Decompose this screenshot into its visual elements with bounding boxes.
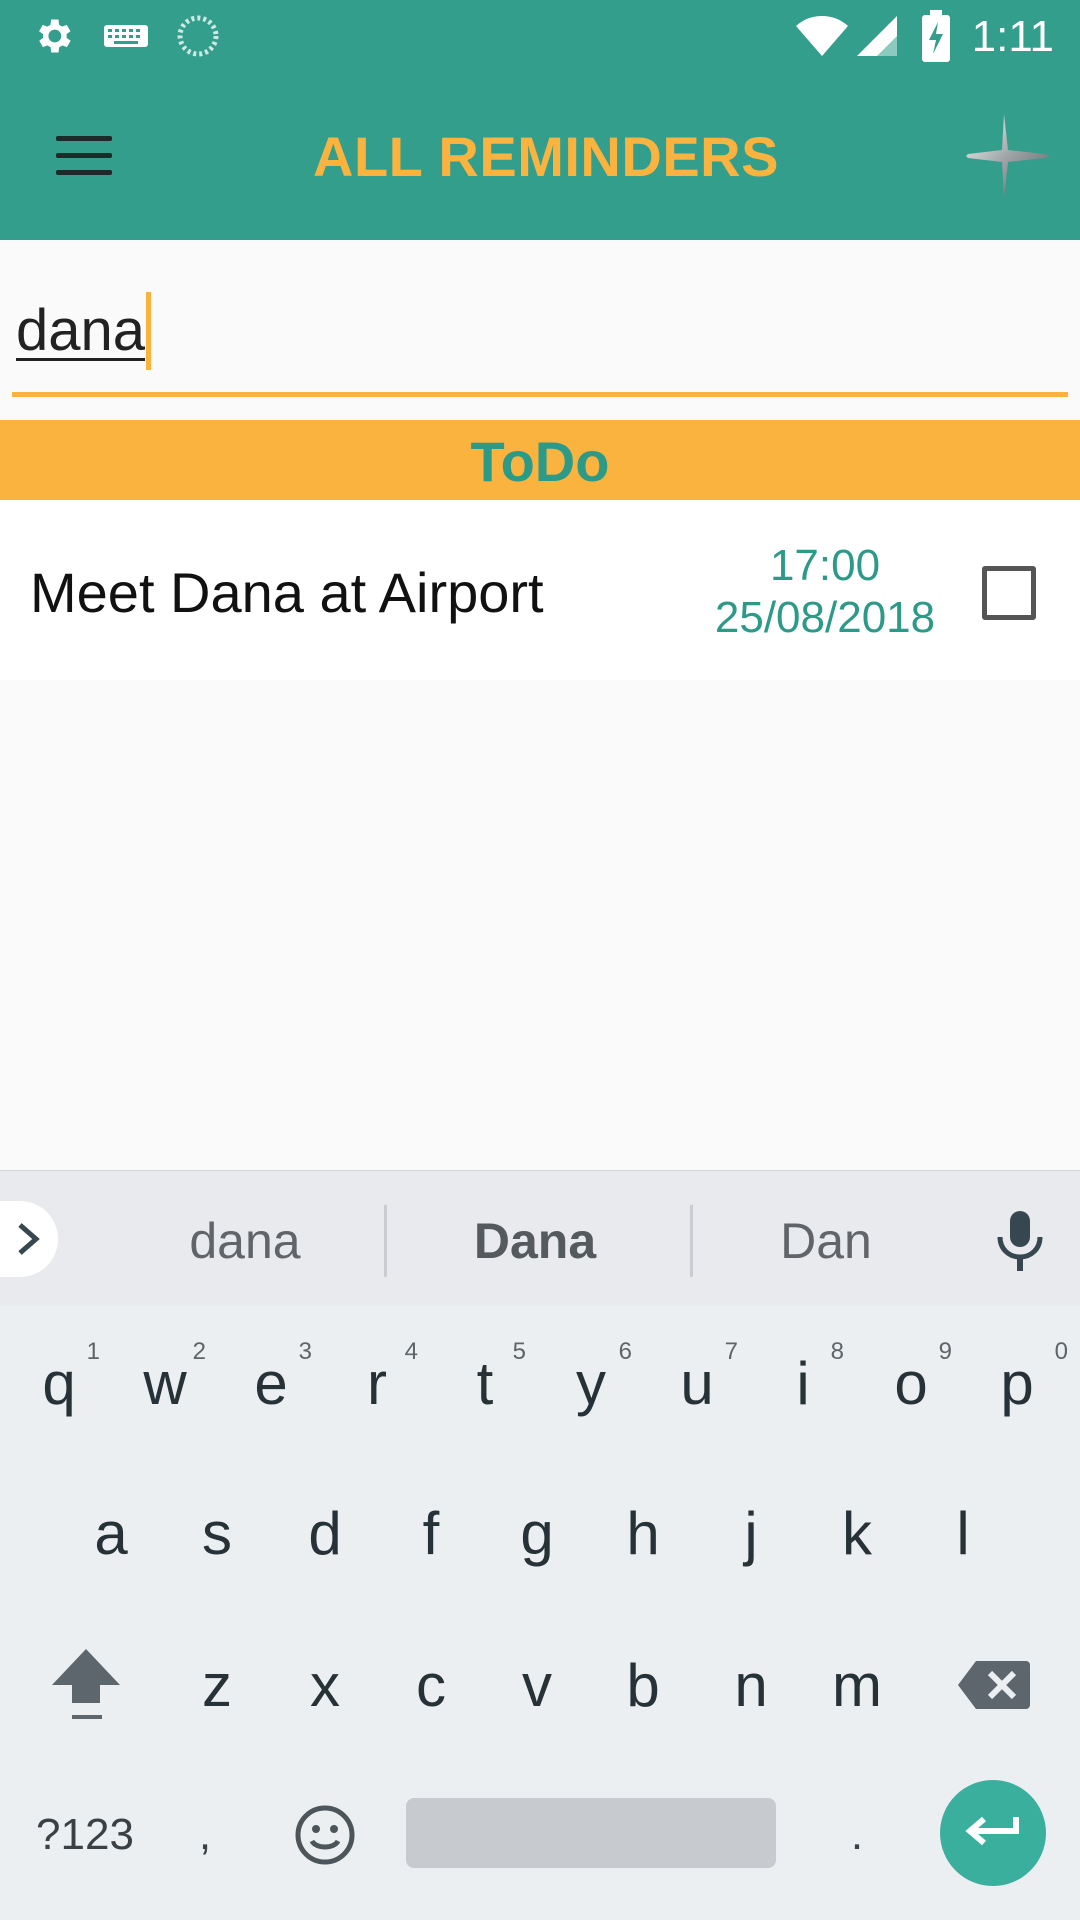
key-n[interactable]: n xyxy=(706,1620,796,1750)
suggestion-item[interactable]: Dan xyxy=(696,1171,956,1307)
emoji-icon xyxy=(295,1805,355,1865)
key-h[interactable]: h xyxy=(598,1468,688,1598)
key-j[interactable]: j xyxy=(706,1468,796,1598)
backspace-icon xyxy=(958,1661,1030,1709)
text-caret xyxy=(146,292,151,370)
key-u[interactable]: u7 xyxy=(652,1318,742,1448)
key-p[interactable]: p0 xyxy=(972,1318,1068,1448)
expand-suggestions-button[interactable] xyxy=(0,1201,58,1277)
status-bar: 1:11 xyxy=(0,0,1080,72)
reminder-item[interactable]: Meet Dana at Airport 17:00 25/08/2018 xyxy=(0,500,1080,680)
key-v[interactable]: v xyxy=(492,1620,582,1750)
key-g[interactable]: g xyxy=(492,1468,582,1598)
space-key[interactable] xyxy=(406,1798,776,1868)
sync-icon xyxy=(176,0,220,72)
clock: 1:11 xyxy=(971,12,1054,61)
suggestion-divider xyxy=(690,1205,693,1277)
enter-key[interactable] xyxy=(940,1780,1046,1886)
key-b[interactable]: b xyxy=(598,1620,688,1750)
key-d[interactable]: d xyxy=(280,1468,370,1598)
shift-icon xyxy=(52,1649,120,1719)
comma-key[interactable]: , xyxy=(170,1770,240,1900)
keyboard-icon xyxy=(104,0,148,72)
chevron-right-icon xyxy=(18,1223,40,1255)
symbols-key[interactable]: ?123 xyxy=(20,1770,150,1900)
key-o[interactable]: o9 xyxy=(866,1318,956,1448)
settings-icon xyxy=(30,0,76,72)
add-reminder-button[interactable] xyxy=(964,112,1052,200)
key-i[interactable]: i8 xyxy=(758,1318,848,1448)
suggestion-item[interactable]: Dana xyxy=(390,1171,680,1307)
section-header-todo: ToDo xyxy=(0,420,1080,500)
key-s[interactable]: s xyxy=(172,1468,262,1598)
key-z[interactable]: z xyxy=(172,1620,262,1750)
hamburger-menu-icon[interactable] xyxy=(34,110,134,200)
period-key[interactable]: . xyxy=(822,1770,892,1900)
microphone-button[interactable] xyxy=(990,1207,1050,1277)
key-k[interactable]: k xyxy=(812,1468,902,1598)
battery-charging-icon xyxy=(920,0,952,72)
search-input[interactable] xyxy=(12,280,1068,380)
key-f[interactable]: f xyxy=(386,1468,476,1598)
page-title: ALL REMINDERS xyxy=(313,125,779,188)
key-e[interactable]: e3 xyxy=(226,1318,316,1448)
key-c[interactable]: c xyxy=(386,1620,476,1750)
reminder-date: 25/08/2018 xyxy=(714,593,936,642)
keyboard-suggestion-bar: dana Dana Dan xyxy=(0,1170,1080,1307)
key-t[interactable]: t5 xyxy=(440,1318,530,1448)
key-x[interactable]: x xyxy=(280,1620,370,1750)
cell-signal-icon xyxy=(856,0,898,72)
wifi-icon xyxy=(796,0,848,72)
microphone-icon xyxy=(997,1211,1043,1271)
key-q[interactable]: q1 xyxy=(14,1318,104,1448)
key-a[interactable]: a xyxy=(66,1468,156,1598)
emoji-key[interactable] xyxy=(280,1770,370,1900)
reminder-time: 17:00 xyxy=(769,541,881,590)
key-y[interactable]: y6 xyxy=(546,1318,636,1448)
key-r[interactable]: r4 xyxy=(332,1318,422,1448)
plus-icon xyxy=(966,114,1050,198)
key-m[interactable]: m xyxy=(812,1620,902,1750)
backspace-key[interactable] xyxy=(944,1620,1044,1750)
reminder-datetime: 17:00 25/08/2018 xyxy=(700,540,950,644)
suggestion-item[interactable]: dana xyxy=(100,1171,390,1307)
shift-key[interactable] xyxy=(36,1620,136,1750)
reminder-title: Meet Dana at Airport xyxy=(30,561,544,624)
key-w[interactable]: w2 xyxy=(120,1318,210,1448)
reminder-checkbox[interactable] xyxy=(982,566,1036,620)
key-l[interactable]: l xyxy=(918,1468,1008,1598)
app-bar: ALL REMINDERS xyxy=(0,72,1080,240)
enter-icon xyxy=(965,1816,1019,1846)
search-area xyxy=(12,240,1068,400)
suggestion-divider xyxy=(384,1205,387,1277)
search-underline xyxy=(12,392,1068,397)
